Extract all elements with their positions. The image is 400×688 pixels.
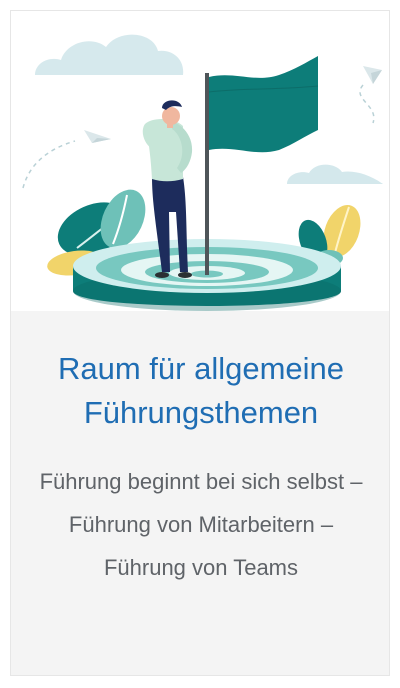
card-content: Raum für allgemeine Führungsthemen Führu… — [11, 311, 389, 589]
paper-plane-icon — [359, 66, 382, 124]
paper-plane-icon — [22, 130, 111, 189]
card-title[interactable]: Raum für allgemeine Führungsthemen — [29, 347, 373, 435]
cloud-icon — [287, 164, 383, 184]
illustration — [11, 11, 389, 311]
topic-card[interactable]: Raum für allgemeine Führungsthemen Führu… — [10, 10, 390, 676]
card-description: Führung beginnt bei sich selbst – Führun… — [39, 469, 363, 580]
leadership-target-illustration — [22, 34, 383, 311]
cloud-icon — [35, 34, 184, 75]
